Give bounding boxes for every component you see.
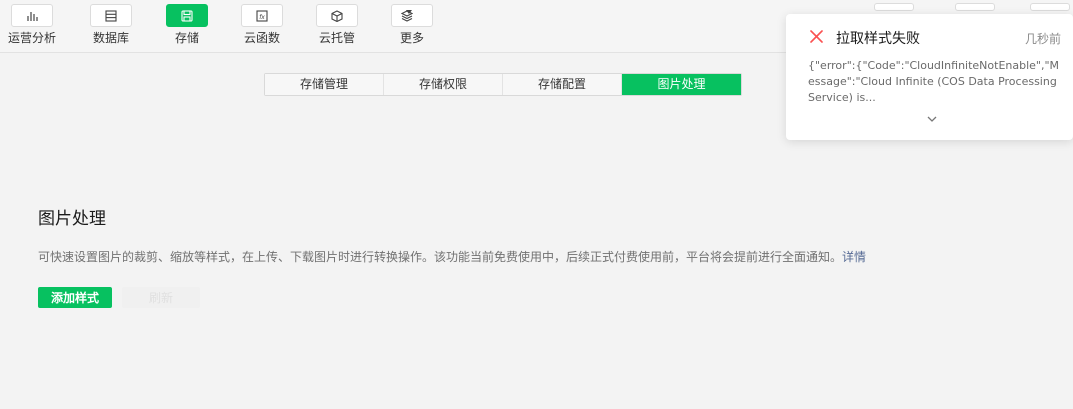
close-error-icon bbox=[810, 30, 823, 43]
notification-time: 几秒前 bbox=[1024, 32, 1061, 46]
caret-down-icon bbox=[406, 10, 412, 14]
toolbar-item-analytics[interactable]: 运营分析 bbox=[2, 4, 62, 45]
notification-title: 拉取样式失败 bbox=[836, 31, 920, 47]
storage-tabs: 存储管理 存储权限 存储配置 图片处理 bbox=[264, 73, 742, 96]
toolbar-item-label: 存储 bbox=[174, 31, 199, 45]
toolbar-item-functions[interactable]: fx 云函数 bbox=[232, 4, 292, 45]
tab-storage-permissions[interactable]: 存储权限 bbox=[384, 74, 503, 95]
toolbar-item-cloud-hosting[interactable]: 云托管 bbox=[307, 4, 367, 45]
cube-icon bbox=[316, 4, 358, 27]
toolbar-item-label: 云托管 bbox=[318, 31, 355, 45]
page-title: 图片处理 bbox=[38, 209, 106, 229]
toolbar-item-label: 数据库 bbox=[92, 31, 129, 45]
add-style-button[interactable]: 添加样式 bbox=[38, 287, 112, 308]
bar-chart-icon bbox=[11, 4, 53, 27]
help-icon[interactable] bbox=[1030, 3, 1070, 11]
tab-storage-config[interactable]: 存储配置 bbox=[503, 74, 622, 95]
chevron-down-icon[interactable] bbox=[927, 116, 937, 122]
svg-text:fx: fx bbox=[259, 14, 265, 21]
toolbar-item-storage[interactable]: 存储 bbox=[157, 4, 217, 45]
settings-icon[interactable] bbox=[874, 3, 914, 11]
database-icon bbox=[90, 4, 132, 27]
toolbar-item-database[interactable]: 数据库 bbox=[81, 4, 141, 45]
notification-body: {"error":{"Code":"CloudInfiniteNotEnable… bbox=[808, 59, 1060, 104]
message-icon[interactable] bbox=[955, 3, 995, 11]
toolbar-item-more[interactable]: 更多 bbox=[382, 4, 442, 45]
layers-icon bbox=[391, 4, 433, 27]
save-icon bbox=[166, 4, 208, 27]
description-text: 可快速设置图片的裁剪、缩放等样式，在上传、下载图片时进行转换操作。该功能当前免费… bbox=[38, 250, 843, 264]
tab-image-processing[interactable]: 图片处理 bbox=[622, 74, 741, 95]
toolbar-item-label: 云函数 bbox=[243, 31, 280, 45]
function-icon: fx bbox=[241, 4, 283, 27]
toolbar-item-label: 更多 bbox=[399, 31, 424, 45]
tab-storage-management[interactable]: 存储管理 bbox=[265, 74, 384, 95]
toolbar-item-label: 运营分析 bbox=[7, 31, 56, 45]
error-notification: 拉取样式失败 几秒前 {"error":{"Code":"CloudInfini… bbox=[786, 14, 1073, 140]
page-description: 可快速设置图片的裁剪、缩放等样式，在上传、下载图片时进行转换操作。该功能当前免费… bbox=[38, 249, 866, 265]
details-link[interactable]: 详情 bbox=[842, 250, 866, 264]
refresh-button[interactable]: 刷新 bbox=[122, 287, 200, 308]
